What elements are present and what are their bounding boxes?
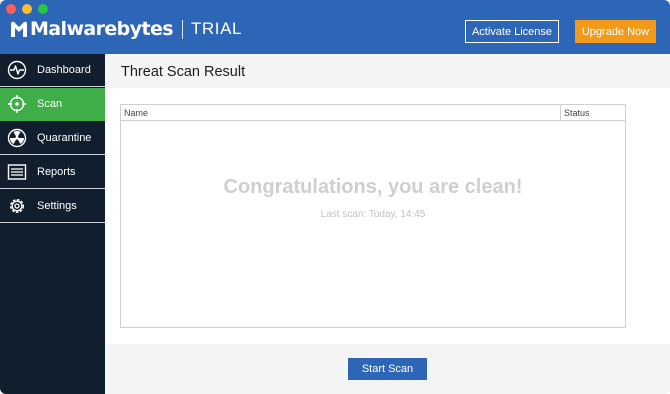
- sidebar-item-settings[interactable]: Settings: [0, 190, 105, 223]
- edition-label: TRIAL: [190, 19, 243, 38]
- list-icon: [7, 162, 27, 182]
- crosshair-icon: [7, 94, 27, 114]
- maximize-window-button[interactable]: [38, 4, 48, 14]
- last-scan-text: Last scan: Today, 14:45: [320, 209, 426, 220]
- minimize-window-button[interactable]: [22, 4, 32, 14]
- activate-license-button[interactable]: Activate License: [465, 20, 559, 43]
- sidebar-item-reports[interactable]: Reports: [0, 156, 105, 189]
- sidebar-item-label: Quarantine: [37, 132, 92, 144]
- pulse-icon: [7, 60, 27, 80]
- gear-icon: [7, 196, 27, 216]
- page-title: Threat Scan Result: [121, 64, 246, 80]
- app-header: Malwarebytes TRIAL Activate License Upgr…: [0, 0, 670, 54]
- column-header-status[interactable]: Status: [564, 108, 590, 118]
- footer-bar: Start Scan: [105, 344, 670, 394]
- upgrade-now-button[interactable]: Upgrade Now: [575, 20, 656, 43]
- malwarebytes-logo-icon: [9, 19, 29, 39]
- radiation-icon: [7, 128, 27, 148]
- column-header-name[interactable]: Name: [124, 108, 148, 118]
- sidebar-item-dashboard[interactable]: Dashboard: [0, 54, 105, 87]
- main-panel: Threat Scan Result Name Status Congratul…: [105, 54, 670, 394]
- sidebar-item-label: Reports: [37, 166, 76, 178]
- clean-message: Congratulations, you are clean!: [223, 176, 523, 198]
- brand-divider: [181, 19, 183, 39]
- sidebar-item-label: Scan: [37, 98, 63, 110]
- scan-results-table: Name Status Congratulations, you are cle…: [120, 104, 626, 328]
- start-scan-button[interactable]: Start Scan: [348, 358, 427, 380]
- title-bar: Threat Scan Result: [105, 54, 670, 88]
- sidebar-item-label: Dashboard: [37, 64, 91, 76]
- brand-logo: Malwarebytes TRIAL: [9, 19, 242, 39]
- sidebar-item-label: Settings: [37, 200, 77, 212]
- window-controls: [6, 4, 48, 14]
- sidebar: Dashboard Scan Quarantine Reports Settin…: [0, 54, 113, 394]
- app-window: Malwarebytes TRIAL Activate License Upgr…: [0, 0, 670, 394]
- sidebar-item-quarantine[interactable]: Quarantine: [0, 122, 105, 155]
- brand-name: Malwarebytes: [30, 18, 174, 40]
- close-window-button[interactable]: [6, 4, 16, 14]
- column-divider[interactable]: [560, 105, 561, 121]
- sidebar-item-scan[interactable]: Scan: [0, 88, 113, 121]
- table-header: Name Status: [121, 105, 625, 121]
